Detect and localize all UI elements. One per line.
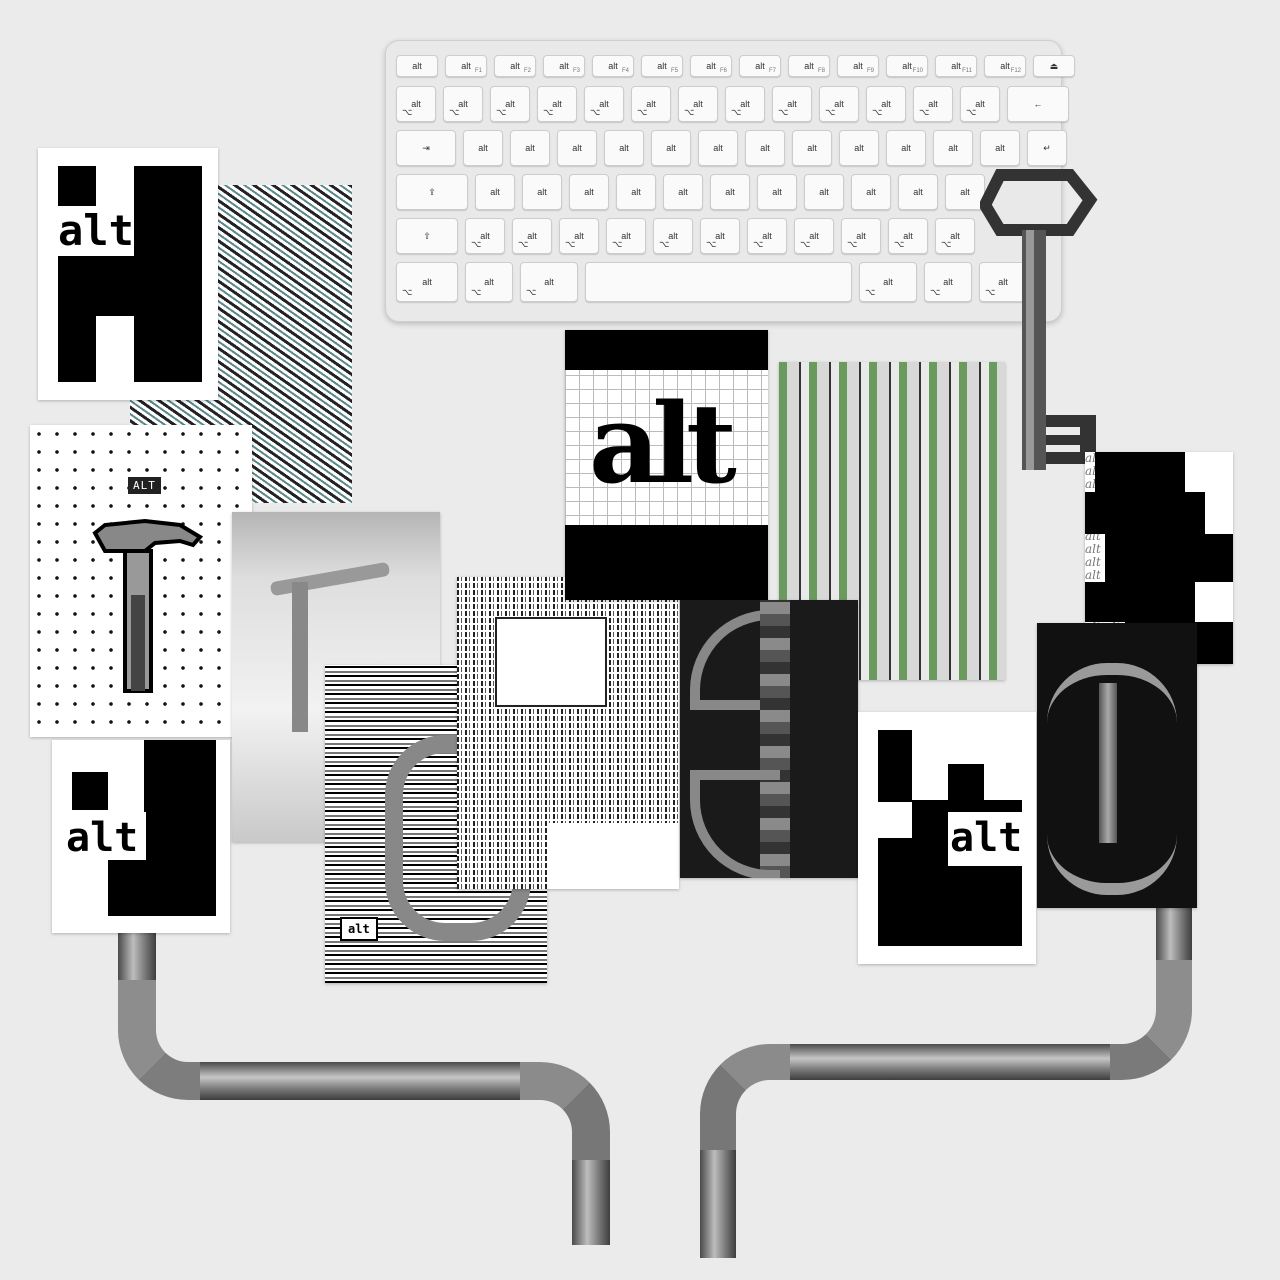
keyboard-key[interactable]: alt xyxy=(510,130,550,166)
keyboard-key[interactable]: alt ⌥ xyxy=(841,218,881,254)
keyboard-key[interactable]: alt ⌥ xyxy=(725,86,765,122)
keyboard-key[interactable]: alt ⌥ xyxy=(859,262,917,302)
keyboard-key[interactable]: alt ⌥ xyxy=(537,86,577,122)
keyboard-key[interactable]: ⇧ xyxy=(396,218,458,254)
keyboard-key[interactable]: alt ⌥ xyxy=(631,86,671,122)
keyboard-key[interactable]: alt xyxy=(463,130,503,166)
keyboard-key[interactable]: ← xyxy=(1007,86,1069,122)
keyboard-key[interactable]: alt F12 xyxy=(984,55,1026,77)
keyboard-key[interactable]: alt F3 xyxy=(543,55,585,77)
keyboard-key[interactable]: alt F6 xyxy=(690,55,732,77)
keyboard-key[interactable]: ⏏ xyxy=(1033,55,1075,77)
keyboard-key[interactable]: alt xyxy=(757,174,797,210)
keyboard-key[interactable]: alt xyxy=(804,174,844,210)
hammer-photo-dark xyxy=(1037,623,1197,908)
keyboard-key[interactable]: alt ⌥ xyxy=(396,262,458,302)
ascii-text-page xyxy=(457,577,679,889)
keyboard-key[interactable]: alt ⌥ xyxy=(678,86,718,122)
keyboard-key[interactable]: alt xyxy=(710,174,750,210)
keyboard-key[interactable]: alt F8 xyxy=(788,55,830,77)
keyboard-key[interactable]: alt F7 xyxy=(739,55,781,77)
keyboard-key[interactable]: alt ⌥ xyxy=(772,86,812,122)
keyboard-key[interactable]: alt ⌥ xyxy=(584,86,624,122)
keyboard-key[interactable]: alt F10 xyxy=(886,55,928,77)
keyboard-key[interactable]: alt xyxy=(569,174,609,210)
alt-label: alt xyxy=(58,206,134,255)
keyboard-key[interactable]: alt xyxy=(663,174,703,210)
alt-card-top-left: alt xyxy=(38,148,218,400)
alt-card-bottom-left: alt xyxy=(52,740,230,933)
keyboard-key[interactable]: alt ⌥ xyxy=(606,218,646,254)
keyboard-key[interactable]: alt ⌥ xyxy=(924,262,972,302)
alt-badge: ALT xyxy=(128,477,161,494)
keyboard-key[interactable]: alt xyxy=(745,130,785,166)
alt-card-bottom-right: alt xyxy=(858,712,1036,964)
keyboard-key[interactable]: ⇪ xyxy=(396,174,468,210)
keyboard-key[interactable]: alt ⌥ xyxy=(520,262,578,302)
alt-label: alt xyxy=(66,815,139,861)
keyboard-key[interactable]: alt ⌥ xyxy=(396,86,436,122)
keyboard-key[interactable]: ⇥ xyxy=(396,130,456,166)
keyboard-key[interactable]: alt xyxy=(933,130,973,166)
keyboard-key[interactable]: alt xyxy=(616,174,656,210)
keyboard-key[interactable]: alt ⌥ xyxy=(653,218,693,254)
keyboard-key[interactable]: alt ⌥ xyxy=(866,86,906,122)
keyboard-key[interactable]: alt xyxy=(851,174,891,210)
keyboard-key[interactable]: alt ⌥ xyxy=(512,218,552,254)
keyboard-key[interactable]: alt xyxy=(839,130,879,166)
keyboard-key[interactable]: alt xyxy=(396,55,438,77)
keyboard-key[interactable]: alt xyxy=(604,130,644,166)
keyboard-key[interactable]: alt xyxy=(522,174,562,210)
keyboard-key[interactable]: alt xyxy=(557,130,597,166)
keyboard-key[interactable]: alt ⌥ xyxy=(465,262,513,302)
hammer-icon xyxy=(92,518,204,693)
keyboard-key[interactable]: alt ⌥ xyxy=(960,86,1000,122)
alt-grid-card: alt xyxy=(565,330,768,600)
keyboard-key[interactable]: alt F5 xyxy=(641,55,683,77)
keyboard-key[interactable]: alt xyxy=(792,130,832,166)
keyboard-key[interactable]: alt ⌥ xyxy=(819,86,859,122)
alt-button: alt xyxy=(340,917,378,941)
keyboard-key[interactable]: alt ⌥ xyxy=(490,86,530,122)
keyboard-key[interactable]: alt F11 xyxy=(935,55,977,77)
keyboard-key[interactable]: alt F1 xyxy=(445,55,487,77)
keyboard-key[interactable]: alt ⌥ xyxy=(888,218,928,254)
keyboard-key[interactable]: alt ⌥ xyxy=(935,218,975,254)
keyboard-key[interactable]: alt xyxy=(651,130,691,166)
keyboard-key[interactable]: alt F4 xyxy=(592,55,634,77)
keyboard-key[interactable]: alt ⌥ xyxy=(465,218,505,254)
keyboard-key[interactable]: alt xyxy=(886,130,926,166)
keyboard-key[interactable]: alt F2 xyxy=(494,55,536,77)
keyboard-key[interactable]: alt xyxy=(475,174,515,210)
hammer-dot-card: ALT xyxy=(30,425,252,737)
hammer-photo-pixelated xyxy=(680,600,858,878)
keyboard-key[interactable]: alt ⌥ xyxy=(700,218,740,254)
alt-label: alt xyxy=(950,815,1023,861)
keyboard-key[interactable]: alt ⌥ xyxy=(443,86,483,122)
alt-label: alt xyxy=(589,379,737,508)
keyboard-key[interactable]: alt xyxy=(898,174,938,210)
keyboard-key[interactable]: alt ⌥ xyxy=(913,86,953,122)
keyboard-key[interactable]: alt F9 xyxy=(837,55,879,77)
keyboard-key[interactable]: alt ⌥ xyxy=(747,218,787,254)
keyboard-key[interactable]: alt xyxy=(698,130,738,166)
keyboard: alt alt F1 alt F2 alt F3 alt F4 alt F5 alt F6 alt F7 al… xyxy=(385,40,1075,322)
keyboard-key[interactable] xyxy=(585,262,852,302)
keyboard-key[interactable]: alt ⌥ xyxy=(559,218,599,254)
keyboard-key[interactable]: alt ⌥ xyxy=(794,218,834,254)
keyboard-key[interactable]: alt xyxy=(945,174,985,210)
